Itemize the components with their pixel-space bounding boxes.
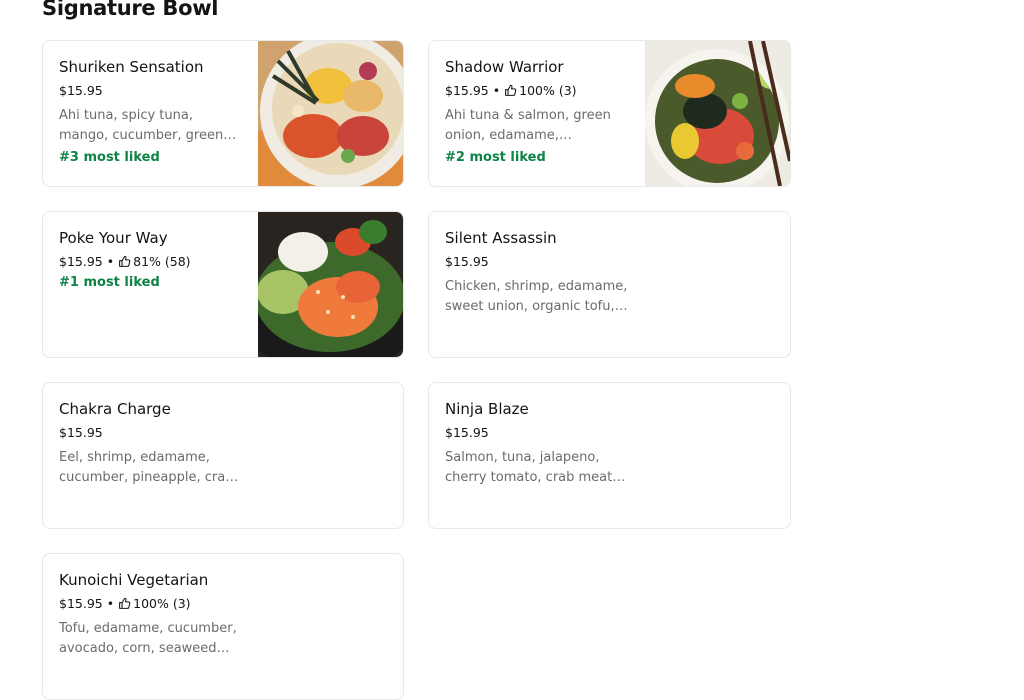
menu-item-price: $15.95 bbox=[59, 425, 103, 440]
menu-item-card[interactable]: Shuriken Sensation $15.95 Ahi tuna, spic… bbox=[42, 40, 404, 187]
menu-item-card[interactable]: Silent Assassin $15.95 Chicken, shrimp, … bbox=[428, 211, 791, 358]
menu-item-info: Ninja Blaze $15.95 Salmon, tuna, jalapen… bbox=[445, 399, 629, 488]
menu-item-description: Chicken, shrimp, edamame, sweet union, o… bbox=[445, 279, 628, 314]
menu-item-name: Shadow Warrior bbox=[445, 58, 564, 76]
menu-item-meta: $15.95 • 81% (58) bbox=[59, 253, 243, 270]
menu-item-info: Shuriken Sensation $15.95 Ahi tuna, spic… bbox=[59, 57, 243, 167]
menu-item-grid: Shuriken Sensation $15.95 Ahi tuna, spic… bbox=[42, 40, 791, 700]
section-title: Signature Bowl bbox=[42, 0, 219, 20]
menu-item-name: Poke Your Way bbox=[59, 229, 168, 247]
thumbs-up-icon bbox=[505, 84, 517, 96]
menu-item-price: $15.95 bbox=[59, 596, 103, 611]
menu-item-meta: $15.95 • 100% (3) bbox=[59, 595, 243, 612]
menu-item-card[interactable]: Shadow Warrior $15.95 • 100% (3) Ahi tun… bbox=[428, 40, 791, 187]
menu-item-price: $15.95 bbox=[59, 254, 103, 269]
menu-item-price: $15.95 bbox=[445, 425, 489, 440]
menu-item-meta: $15.95 bbox=[445, 424, 629, 441]
menu-item-info: Silent Assassin $15.95 Chicken, shrimp, … bbox=[445, 228, 629, 317]
most-liked-badge: #2 most liked bbox=[445, 150, 546, 165]
menu-item-price: $15.95 bbox=[445, 254, 489, 269]
meta-separator: • bbox=[492, 83, 501, 98]
menu-item-name: Ninja Blaze bbox=[445, 400, 529, 418]
thumbs-up-icon bbox=[119, 597, 131, 609]
menu-item-rating: 100% (3) bbox=[519, 83, 577, 98]
shadow-warrior-bowl-photo bbox=[645, 41, 790, 186]
menu-item-name: Kunoichi Vegetarian bbox=[59, 571, 209, 589]
menu-item-rating: 81% (58) bbox=[133, 254, 191, 269]
menu-item-info: Chakra Charge $15.95 Eel, shrimp, edamam… bbox=[59, 399, 243, 488]
menu-item-description: Tofu, edamame, cucumber, avocado, corn, … bbox=[59, 621, 237, 656]
menu-item-price: $15.95 bbox=[59, 83, 103, 98]
menu-item-meta: $15.95 bbox=[59, 424, 243, 441]
menu-item-description: Ahi tuna & salmon, green onion, edamame,… bbox=[445, 108, 611, 143]
menu-item-meta: $15.95 bbox=[59, 82, 243, 99]
meta-separator: • bbox=[106, 596, 115, 611]
menu-item-price: $15.95 bbox=[445, 83, 489, 98]
menu-item-card[interactable]: Poke Your Way $15.95 • 81% (58) #1 most … bbox=[42, 211, 404, 358]
menu-item-info: Kunoichi Vegetarian $15.95 • 100% (3) To… bbox=[59, 570, 243, 659]
meta-separator: • bbox=[106, 254, 115, 269]
thumbs-up-icon bbox=[119, 255, 131, 267]
menu-item-card[interactable]: Kunoichi Vegetarian $15.95 • 100% (3) To… bbox=[42, 553, 404, 700]
menu-item-info: Shadow Warrior $15.95 • 100% (3) Ahi tun… bbox=[445, 57, 629, 167]
menu-item-card[interactable]: Chakra Charge $15.95 Eel, shrimp, edamam… bbox=[42, 382, 404, 529]
menu-item-description: Ahi tuna, spicy tuna, mango, cucumber, g… bbox=[59, 108, 224, 143]
most-liked-badge: #3 most liked bbox=[59, 150, 160, 165]
menu-item-name: Chakra Charge bbox=[59, 400, 171, 418]
menu-item-name: Silent Assassin bbox=[445, 229, 557, 247]
shuriken-bowl-photo bbox=[258, 41, 403, 186]
menu-item-description: Eel, shrimp, edamame, cucumber, pineappl… bbox=[59, 450, 234, 485]
menu-item-rating: 100% (3) bbox=[133, 596, 191, 611]
menu-item-meta: $15.95 bbox=[445, 253, 629, 270]
menu-item-card[interactable]: Ninja Blaze $15.95 Salmon, tuna, jalapen… bbox=[428, 382, 791, 529]
poke-your-way-bowl-photo bbox=[258, 212, 403, 357]
most-liked-badge: #1 most liked bbox=[59, 275, 160, 290]
menu-item-info: Poke Your Way $15.95 • 81% (58) #1 most … bbox=[59, 228, 243, 292]
menu-item-name: Shuriken Sensation bbox=[59, 58, 204, 76]
menu-item-description: Salmon, tuna, jalapeno, cherry tomato, c… bbox=[445, 450, 617, 485]
menu-item-meta: $15.95 • 100% (3) bbox=[445, 82, 629, 99]
